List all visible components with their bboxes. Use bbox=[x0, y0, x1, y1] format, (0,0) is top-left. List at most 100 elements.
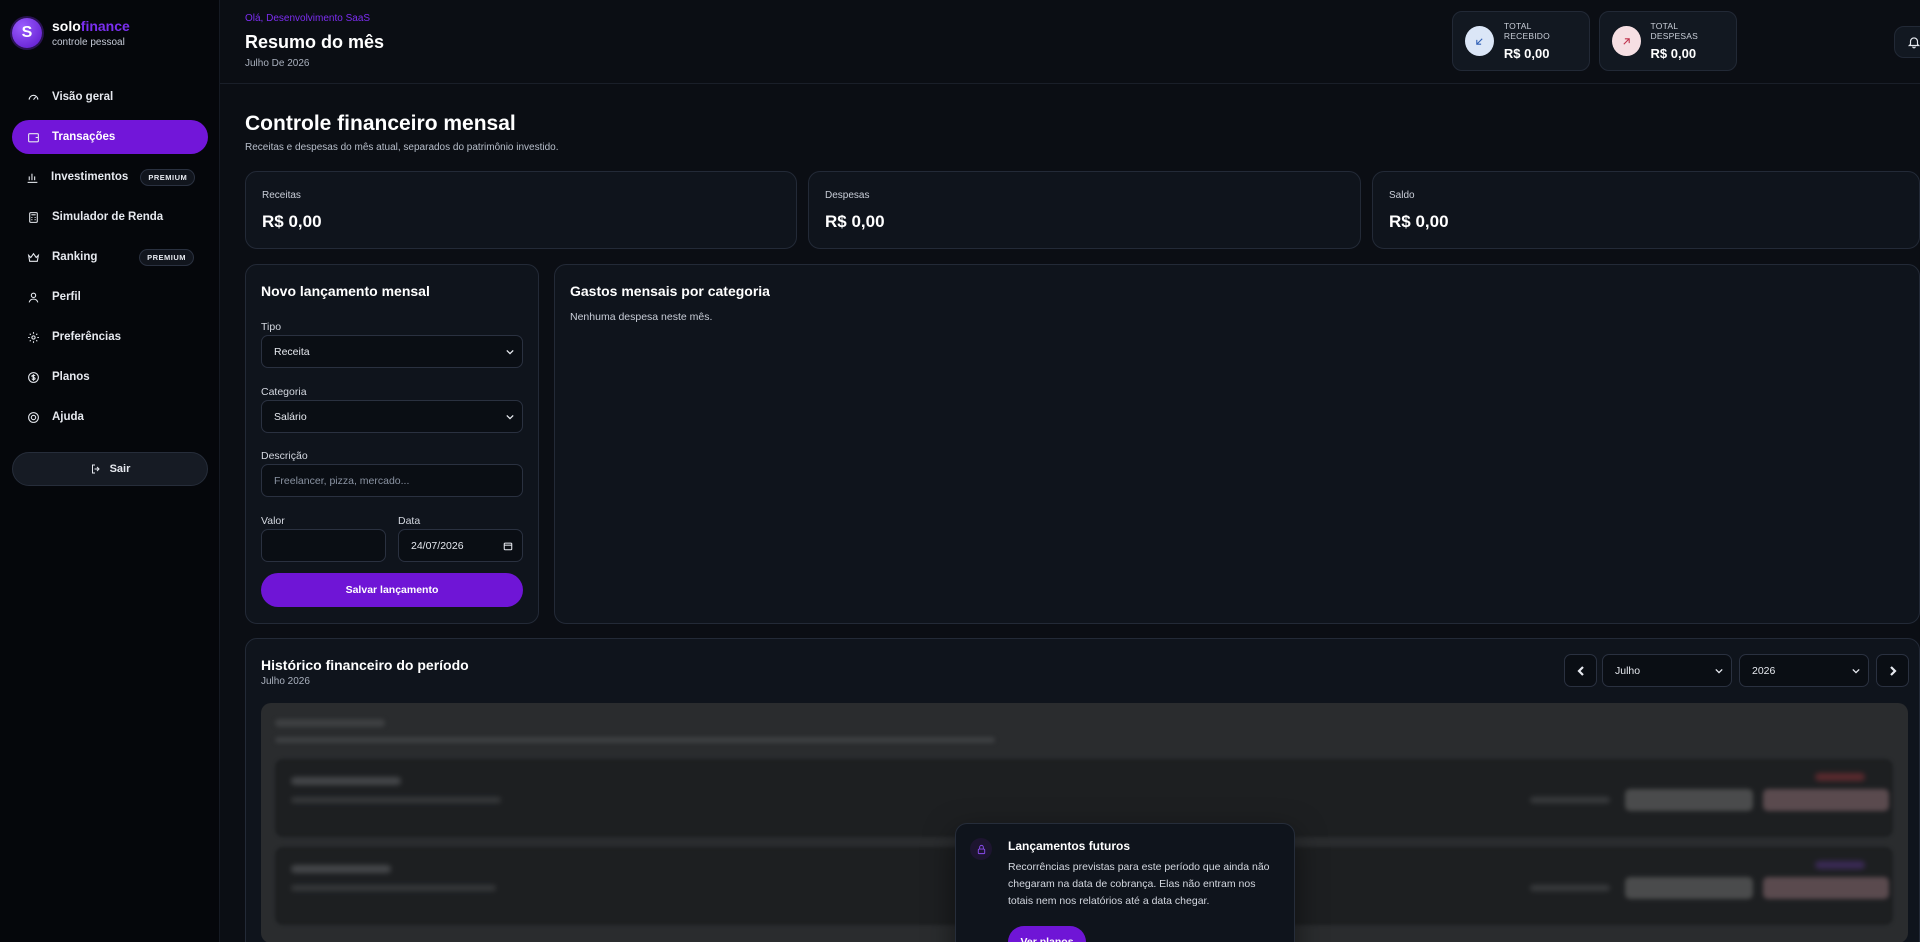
year-select-value: 2026 bbox=[1752, 664, 1776, 677]
chevron-down-icon bbox=[1715, 668, 1723, 674]
summary-value: R$ 0,00 bbox=[825, 212, 885, 231]
bell-icon bbox=[1907, 37, 1920, 49]
lock-icon bbox=[970, 838, 992, 860]
locked-future-entries: Lançamentos futuros Recorrências previst… bbox=[261, 703, 1908, 942]
chevron-down-icon bbox=[506, 414, 514, 420]
type-select-value: Receita bbox=[274, 345, 310, 358]
sidebar-item-label: Perfil bbox=[52, 291, 81, 303]
sidebar-item-label: Ajuda bbox=[52, 411, 84, 423]
month-select-value: Julho bbox=[1615, 664, 1641, 677]
category-spending-card: Gastos mensais por categoria Nenhuma des… bbox=[554, 264, 1920, 624]
arrow-down-left-icon bbox=[1465, 26, 1494, 56]
popup-text: Recorrências previstas para este período… bbox=[1008, 861, 1270, 907]
summary-label: Despesas bbox=[825, 190, 870, 201]
gear-icon bbox=[26, 330, 40, 344]
sidebar-item-label: Preferências bbox=[52, 331, 122, 343]
logout-button[interactable]: Sair bbox=[12, 452, 208, 486]
section-subtitle: Receitas e despesas do mês atual, separa… bbox=[245, 142, 559, 153]
upgrade-popup: Lançamentos futuros Recorrências previst… bbox=[955, 823, 1295, 942]
sidebar-item-label: Planos bbox=[52, 371, 90, 383]
premium-badge: PREMIUM bbox=[140, 168, 196, 186]
chevron-right-icon bbox=[1889, 665, 1897, 676]
sidebar-item-transacoes[interactable]: Transações bbox=[12, 120, 208, 154]
sidebar-item-label: Visão geral bbox=[52, 91, 114, 103]
year-select[interactable]: 2026 bbox=[1739, 654, 1869, 687]
calendar-icon[interactable] bbox=[503, 541, 513, 551]
value-input[interactable] bbox=[261, 529, 386, 562]
sidebar-item-preferencias[interactable]: Preferências bbox=[12, 320, 208, 354]
chevron-left-icon bbox=[1576, 665, 1584, 676]
expenses-summary-card: Despesas R$ 0,00 bbox=[808, 171, 1361, 249]
total-expenses-label: TOTAL DESPESAS bbox=[1650, 21, 1698, 41]
dollar-circle-icon bbox=[26, 370, 40, 384]
sidebar-item-label: Simulador de Renda bbox=[52, 211, 164, 223]
sidebar: S solofinance controle pessoal Visão ger… bbox=[0, 0, 220, 942]
sidebar-nav: Visão geral Transações Investimentos PRE… bbox=[12, 80, 208, 440]
description-label: Descrição bbox=[261, 450, 308, 462]
sidebar-item-perfil[interactable]: Perfil bbox=[12, 280, 208, 314]
sidebar-item-visao-geral[interactable]: Visão geral bbox=[12, 80, 208, 114]
form-title: Novo lançamento mensal bbox=[261, 283, 430, 299]
sidebar-item-simulador[interactable]: Simulador de Renda bbox=[12, 200, 208, 234]
section-title: Controle financeiro mensal bbox=[245, 112, 516, 135]
date-input[interactable]: 24/07/2026 bbox=[398, 529, 523, 562]
sidebar-item-planos[interactable]: Planos bbox=[12, 360, 208, 394]
history-subtitle: Julho 2026 bbox=[261, 676, 310, 687]
type-select[interactable]: Receita bbox=[261, 335, 523, 368]
sidebar-item-ranking[interactable]: Ranking PREMIUM bbox=[12, 240, 208, 274]
sidebar-item-label: Ranking bbox=[52, 251, 98, 263]
popup-title: Lançamentos futuros bbox=[1008, 839, 1131, 853]
sidebar-item-investimentos[interactable]: Investimentos PREMIUM bbox=[12, 160, 208, 194]
chevron-down-icon bbox=[506, 349, 514, 355]
logo-icon: S bbox=[12, 18, 42, 48]
new-entry-form: Novo lançamento mensal Tipo Receita Cate… bbox=[245, 264, 539, 624]
top-header: Olá, Desenvolvimento SaaS Resumo do mês … bbox=[220, 0, 1920, 84]
prev-month-button[interactable] bbox=[1564, 654, 1597, 687]
brand-subtitle: controle pessoal bbox=[52, 37, 125, 48]
arrow-up-right-icon bbox=[1612, 26, 1641, 56]
history-title: Histórico financeiro do período bbox=[261, 657, 469, 673]
total-received-card: TOTAL RECEBIDO R$ 0,00 bbox=[1452, 11, 1590, 71]
category-card-title: Gastos mensais por categoria bbox=[570, 283, 770, 299]
total-received-value: R$ 0,00 bbox=[1503, 46, 1550, 61]
brand-name: solofinance bbox=[52, 18, 130, 34]
greeting: Olá, Desenvolvimento SaaS bbox=[245, 13, 371, 24]
crown-icon bbox=[26, 250, 40, 264]
save-entry-button[interactable]: Salvar lançamento bbox=[261, 573, 523, 607]
notifications-button[interactable] bbox=[1894, 26, 1920, 58]
page-date: Julho De 2026 bbox=[245, 58, 310, 69]
date-label: Data bbox=[398, 515, 421, 527]
page-title: Resumo do mês bbox=[245, 32, 385, 52]
summary-value: R$ 0,00 bbox=[1389, 212, 1449, 231]
balance-summary-card: Saldo R$ 0,00 bbox=[1372, 171, 1920, 249]
description-placeholder: Freelancer, pizza, mercado... bbox=[274, 474, 410, 487]
logout-icon bbox=[91, 464, 100, 474]
wallet-icon bbox=[26, 130, 40, 144]
category-label: Categoria bbox=[261, 386, 307, 398]
history-card: Histórico financeiro do período Julho 20… bbox=[245, 638, 1920, 942]
gauge-icon bbox=[26, 90, 40, 104]
user-icon bbox=[26, 290, 40, 304]
summary-label: Receitas bbox=[262, 190, 301, 201]
sidebar-item-label: Investimentos bbox=[51, 171, 129, 183]
logout-label: Sair bbox=[109, 463, 131, 475]
month-select[interactable]: Julho bbox=[1602, 654, 1732, 687]
main-content: Controle financeiro mensal Receitas e de… bbox=[220, 85, 1920, 942]
empty-state-text: Nenhuma despesa neste mês. bbox=[570, 311, 713, 323]
view-plans-button[interactable]: Ver planos bbox=[1008, 926, 1086, 942]
total-expenses-card: TOTAL DESPESAS R$ 0,00 bbox=[1599, 11, 1737, 71]
calculator-icon bbox=[26, 210, 40, 224]
sidebar-item-ajuda[interactable]: Ajuda bbox=[12, 400, 208, 434]
summary-value: R$ 0,00 bbox=[262, 212, 322, 231]
next-month-button[interactable] bbox=[1876, 654, 1909, 687]
date-input-text: 24/07/2026 bbox=[411, 539, 464, 552]
description-input[interactable]: Freelancer, pizza, mercado... bbox=[261, 464, 523, 497]
premium-badge: PREMIUM bbox=[139, 248, 194, 266]
sidebar-item-label: Transações bbox=[52, 131, 116, 143]
lifebuoy-icon bbox=[26, 410, 40, 424]
value-label: Valor bbox=[261, 515, 285, 527]
brand[interactable]: S solofinance controle pessoal bbox=[12, 18, 130, 48]
income-summary-card: Receitas R$ 0,00 bbox=[245, 171, 797, 249]
category-select[interactable]: Salário bbox=[261, 400, 523, 433]
type-label: Tipo bbox=[261, 321, 282, 333]
